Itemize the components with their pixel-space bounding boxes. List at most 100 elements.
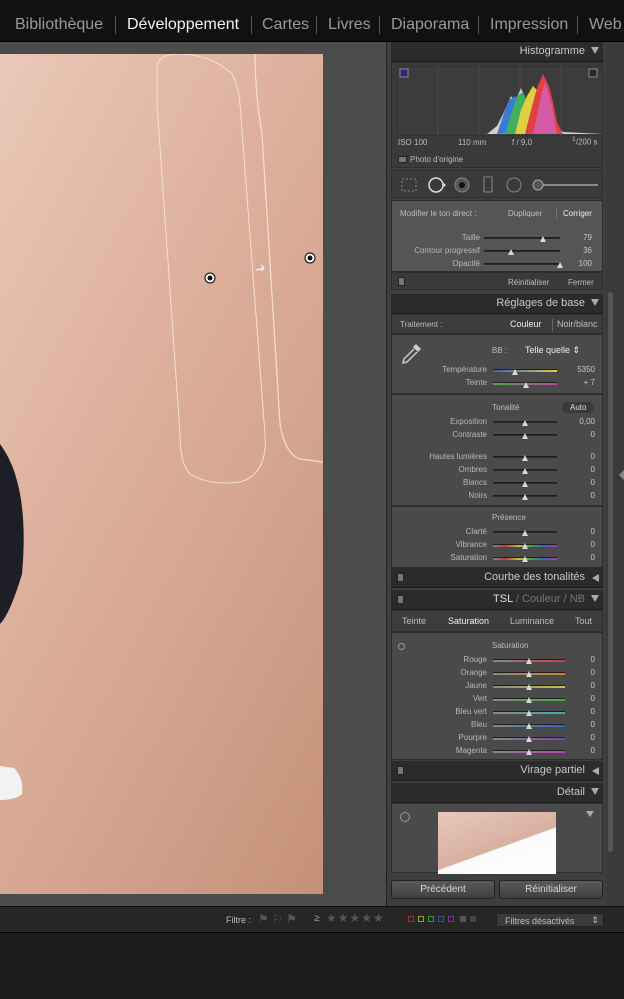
brush-slider-thumb[interactable] [540,236,547,242]
hsl-slider-thumb[interactable] [526,710,532,716]
original-photo-checkbox[interactable] [398,156,407,163]
flag-filter-icons[interactable]: ⚑ ⚐ ⚑ [258,912,297,926]
module-slideshow[interactable]: Diaporama [391,15,469,35]
brush-slider-value[interactable]: 79 [562,233,592,242]
brush-slider-value[interactable]: 100 [562,259,592,268]
tone-slider-value[interactable]: 0 [565,465,595,474]
tone-slider-value[interactable]: 0 [565,478,595,487]
module-book[interactable]: Livres [328,15,371,35]
panel-switch[interactable] [397,595,404,604]
hsl-slider-value[interactable]: 0 [565,707,595,716]
brush-slider-track[interactable] [484,250,560,252]
tab-all[interactable]: Tout [575,616,592,626]
histogram-header[interactable]: Histogramme [391,42,603,62]
panel-scrollbar[interactable] [606,42,624,906]
eyedropper-icon[interactable] [398,341,424,367]
tone-slider-value[interactable]: 0 [565,452,595,461]
tint-value[interactable]: + 7 [565,378,595,387]
brush-reset-button[interactable]: Réinitialiser [508,278,549,287]
reset-button[interactable]: Réinitialiser [499,880,603,899]
filter-preset-select[interactable]: Filtres désactivés ⇕ [496,913,604,927]
histogram-graph[interactable] [397,66,603,136]
panel-switch[interactable] [397,766,404,775]
filmstrip[interactable] [0,932,624,999]
brush-slider-track[interactable] [484,237,560,239]
previous-button[interactable]: Précédent [391,880,495,899]
split-toning-header[interactable]: Virage partiel [391,761,603,781]
wb-select[interactable]: Telle quelle ⇕ [525,345,580,356]
tone-slider-thumb[interactable] [522,494,528,500]
brush-slider-value[interactable]: 36 [562,246,592,255]
basic-header[interactable]: Réglages de base [391,294,603,314]
presence-slider-value[interactable]: 0 [565,553,595,562]
tone-slider-thumb[interactable] [522,433,528,439]
presence-title: Présence [492,513,526,522]
correct-button[interactable]: Corriger [563,209,592,218]
brush-slider-track[interactable] [484,263,560,265]
treatment-bw[interactable]: Noir/blanc [557,319,598,329]
scrollbar-thumb[interactable] [608,292,613,852]
rating-operator[interactable]: ≥ [314,913,320,924]
temperature-track[interactable] [493,369,557,372]
hsl-slider-value[interactable]: 0 [565,668,595,677]
tone-curve-header[interactable]: Courbe des tonalités [391,568,603,588]
star-rating-filter[interactable]: ★★★★★ [326,911,385,925]
module-library[interactable]: Bibliothèque [15,15,103,35]
hsl-slider-value[interactable]: 0 [565,746,595,755]
temperature-value[interactable]: 5350 [565,365,595,374]
hsl-slider-value[interactable]: 0 [565,694,595,703]
treatment-color[interactable]: Couleur [510,319,542,329]
hsl-slider-value[interactable]: 0 [565,720,595,729]
tone-slider-thumb[interactable] [522,420,528,426]
hsl-slider-thumb[interactable] [526,723,532,729]
presence-slider-value[interactable]: 0 [565,540,595,549]
photo-preview[interactable] [0,54,323,894]
tone-slider-thumb[interactable] [522,481,528,487]
hsl-slider-thumb[interactable] [526,671,532,677]
hsl-slider-value[interactable]: 0 [565,655,595,664]
color-label-filter[interactable] [408,916,482,924]
hsl-slider-thumb[interactable] [526,658,532,664]
tone-slider-value[interactable]: 0,00 [565,417,595,426]
presence-slider-thumb[interactable] [522,530,528,536]
module-map[interactable]: Cartes [262,15,309,35]
presence-slider-thumb[interactable] [522,543,528,549]
presence-slider-value[interactable]: 0 [565,527,595,536]
auto-tone-button[interactable]: Auto [562,402,595,413]
brush-close-button[interactable]: Fermer [568,278,594,287]
panel-switch[interactable] [398,277,405,286]
duplicate-button[interactable]: Dupliquer [508,209,542,218]
hsl-slider-value[interactable]: 0 [565,681,595,690]
detail-preview[interactable] [438,812,556,874]
tone-slider-thumb[interactable] [522,455,528,461]
panel-switch[interactable] [397,573,404,582]
hsl-slider-thumb[interactable] [526,749,532,755]
hsl-slider-thumb[interactable] [526,736,532,742]
split-toning-title: Virage partiel [520,764,585,776]
tab-hue[interactable]: Teinte [402,616,426,626]
hsl-header[interactable]: TSL / Couleur / NB [391,590,603,610]
module-web[interactable]: Web [589,15,622,35]
tone-slider-thumb[interactable] [522,468,528,474]
brush-stroke-outline [156,54,266,484]
tint-thumb[interactable] [523,382,530,388]
presence-slider-thumb[interactable] [522,556,528,562]
panel-toggle-icon[interactable] [619,470,624,480]
tab-saturation[interactable]: Saturation [448,616,489,626]
brush-slider-thumb[interactable] [508,249,515,255]
detail-header[interactable]: Détail [391,783,603,803]
tab-luminance[interactable]: Luminance [510,616,554,626]
hsl-slider-value[interactable]: 0 [565,733,595,742]
module-print[interactable]: Impression [490,15,568,35]
temperature-label: Température [442,365,487,374]
crosshair-icon[interactable] [400,812,410,822]
photo-canvas[interactable] [0,42,386,906]
hsl-slider-thumb[interactable] [526,684,532,690]
preview-toggle-icon[interactable] [586,811,594,817]
temperature-thumb[interactable] [512,369,519,375]
tone-slider-value[interactable]: 0 [565,430,595,439]
hsl-slider-thumb[interactable] [526,697,532,703]
target-adjust-icon[interactable] [398,643,405,650]
module-develop[interactable]: Développement [127,15,239,35]
tone-slider-value[interactable]: 0 [565,491,595,500]
